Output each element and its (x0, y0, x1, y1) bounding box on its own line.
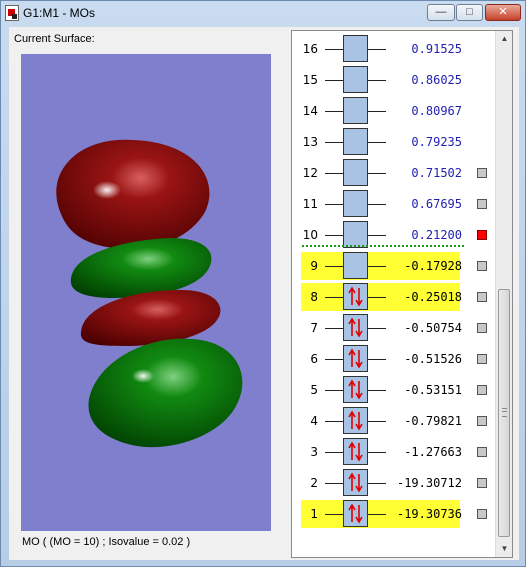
energy-level-line (325, 390, 343, 391)
orbital-number: 13 (302, 135, 318, 149)
orbital-energy: 0.71502 (411, 166, 462, 180)
orbital-energy: 0.86025 (411, 73, 462, 87)
surface-toggle-marker[interactable] (477, 385, 487, 395)
orbital-number: 12 (302, 166, 318, 180)
minimize-button[interactable]: — (427, 4, 455, 21)
orbital-number: 8 (310, 290, 318, 304)
orbital-energy: 0.80967 (411, 104, 462, 118)
energy-level-line (325, 421, 343, 422)
orbital-row[interactable]: 14 0.80967 (292, 97, 497, 125)
maximize-button[interactable]: □ (456, 4, 483, 21)
orbital-energy: 0.91525 (411, 42, 462, 56)
energy-level-line (325, 297, 343, 298)
energy-level-line (325, 173, 343, 174)
orbital-energy: -1.27663 (404, 445, 462, 459)
orbital-row[interactable]: 9 -0.17928 (292, 252, 497, 280)
orbital-number: 1 (310, 507, 318, 521)
orbital-number: 4 (310, 414, 318, 428)
energy-level-line (325, 111, 343, 112)
homo-lumo-gap-line (302, 245, 464, 247)
orbital-energy: -0.53151 (404, 383, 462, 397)
orbital-row[interactable]: 11 0.67695 (292, 190, 497, 218)
orbital-number: 2 (310, 476, 318, 490)
window-title: G1:M1 - MOs (23, 6, 96, 20)
orbital-number: 6 (310, 352, 318, 366)
energy-level-line (325, 452, 343, 453)
vertical-scrollbar[interactable]: ▲ ▼ (495, 31, 512, 557)
orbital-energy: -19.30712 (396, 476, 462, 490)
orbital-energy: 0.67695 (411, 197, 462, 211)
orbital-energy: -0.17928 (404, 259, 462, 273)
orbital-energy: -0.51526 (404, 352, 462, 366)
orbital-surface-render (56, 139, 243, 448)
scroll-up-arrow-icon[interactable]: ▲ (497, 31, 512, 47)
orbital-row[interactable]: 12 0.71502 (292, 159, 497, 187)
orbital-energy: 0.21200 (411, 228, 462, 242)
orbital-energy: -0.25018 (404, 290, 462, 304)
scroll-down-arrow-icon[interactable]: ▼ (497, 541, 512, 557)
orbital-number: 10 (302, 228, 318, 242)
orbital-row[interactable]: 15 0.86025 (292, 66, 497, 94)
scrollbar-thumb[interactable] (498, 289, 510, 537)
surface-toggle-marker[interactable] (477, 292, 487, 302)
orbital-row[interactable]: 6 -0.51526 (292, 345, 497, 373)
surface-toggle-marker[interactable] (477, 261, 487, 271)
energy-level-line (325, 514, 343, 515)
orbital-row[interactable]: 7 -0.50754 (292, 314, 497, 342)
mo-status-text: MO ( (MO = 10) ; Isovalue = 0.02 ) (22, 536, 191, 548)
molecular-orbital-viewport[interactable] (21, 54, 271, 531)
orbital-row[interactable]: 13 0.79235 (292, 128, 497, 156)
current-surface-label: Current Surface: (14, 33, 95, 45)
mo-energy-list[interactable]: 16 0.91525 15 0.86025 14 0.80967 13 0.79235 12 0.… (291, 30, 513, 558)
orbital-lobe-red-middle (80, 290, 221, 346)
orbital-number: 5 (310, 383, 318, 397)
title-bar[interactable]: G1:M1 - MOs — □ ✕ (1, 1, 525, 27)
orbital-number: 16 (302, 42, 318, 56)
surface-toggle-marker[interactable] (477, 323, 487, 333)
specular-highlight (93, 181, 121, 199)
surface-toggle-marker[interactable] (477, 199, 487, 209)
energy-level-line (325, 266, 343, 267)
energy-level-line (325, 49, 343, 50)
orbital-row[interactable]: 5 -0.53151 (292, 376, 497, 404)
surface-toggle-marker[interactable] (477, 354, 487, 364)
orbital-energy: -0.79821 (404, 414, 462, 428)
energy-level-line (325, 80, 343, 81)
energy-level-line (325, 235, 343, 236)
orbital-row[interactable]: 16 0.91525 (292, 35, 497, 63)
orbital-number: 15 (302, 73, 318, 87)
energy-level-line (325, 142, 343, 143)
orbital-row[interactable]: 2 -19.30712 (292, 469, 497, 497)
orbital-row[interactable]: 8 -0.25018 (292, 283, 497, 311)
surface-toggle-marker[interactable] (477, 509, 487, 519)
surface-toggle-marker[interactable] (477, 478, 487, 488)
orbital-energy: -0.50754 (404, 321, 462, 335)
orbital-lobe-green-upper (70, 238, 212, 298)
surface-toggle-marker[interactable] (477, 416, 487, 426)
surface-toggle-marker[interactable] (477, 447, 487, 457)
close-button[interactable]: ✕ (485, 4, 521, 21)
energy-level-line (325, 328, 343, 329)
energy-level-line (325, 204, 343, 205)
surface-shown-marker[interactable] (477, 230, 487, 240)
app-icon[interactable] (5, 5, 19, 21)
client-area: Current Surface: MO ((MO = 10) ; Isoval… (9, 27, 519, 560)
orbital-energy: -19.30736 (396, 507, 462, 521)
orbital-lobe-green-bottom (88, 338, 243, 448)
orbital-number: 7 (310, 321, 318, 335)
orbital-number: 9 (310, 259, 318, 273)
orbital-lobe-red-top (56, 139, 210, 250)
orbital-row[interactable]: 4 -0.79821 (292, 407, 497, 435)
orbital-number: 3 (310, 445, 318, 459)
orbital-number: 11 (302, 197, 318, 211)
orbital-energy: 0.79235 (411, 135, 462, 149)
energy-level-line (325, 483, 343, 484)
energy-level-line (325, 359, 343, 360)
surface-toggle-marker[interactable] (477, 168, 487, 178)
specular-highlight (132, 369, 154, 383)
mo-window: G1:M1 - MOs — □ ✕ Current Surface: MO (… (0, 0, 526, 567)
orbital-number: 14 (302, 104, 318, 118)
orbital-row[interactable]: 3 -1.27663 (292, 438, 497, 466)
orbital-row[interactable]: 1 -19.30736 (292, 500, 497, 528)
